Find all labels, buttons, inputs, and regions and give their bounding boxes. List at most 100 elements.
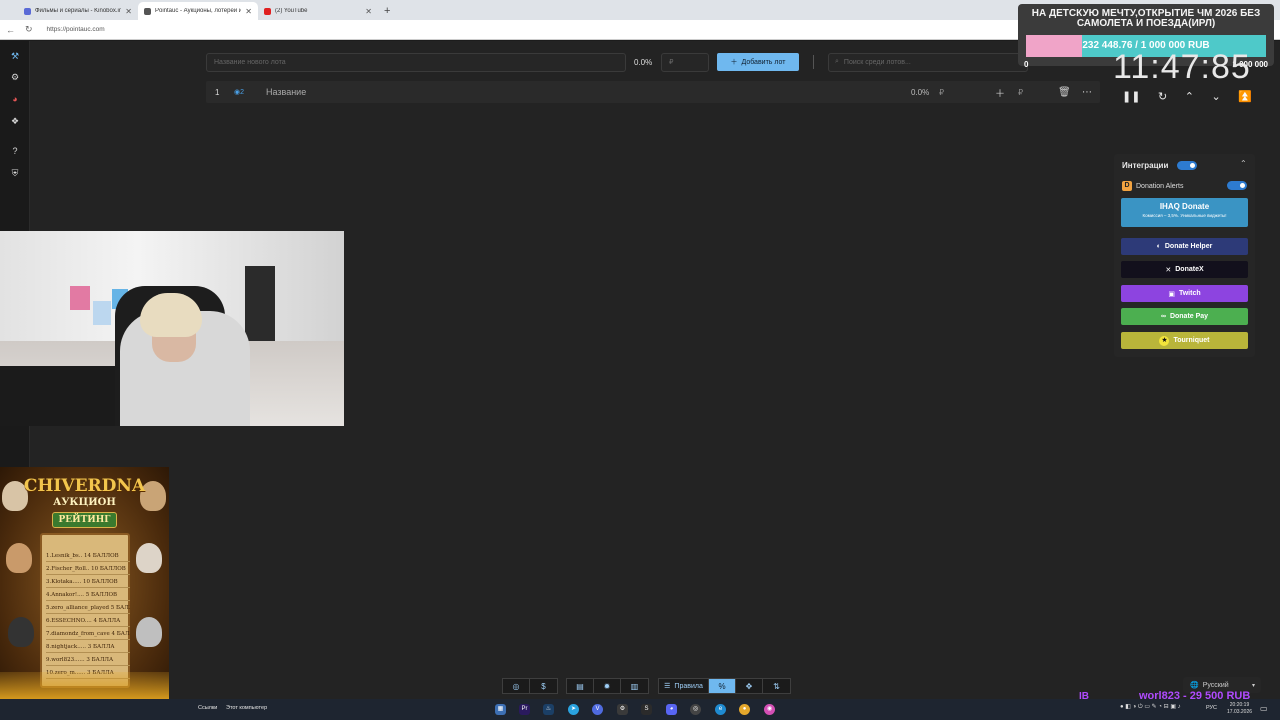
help-icon[interactable]: ? [10,146,20,156]
lot-name[interactable]: Название [266,87,306,97]
vpn-icon[interactable]: V [592,704,603,715]
twitch-label: Twitch [1178,290,1201,297]
close-tab-icon[interactable]: ✕ [125,7,132,16]
add-amount-icon[interactable]: ＋ [995,85,1005,100]
taskbar-links[interactable]: Ссылки [198,705,217,711]
donatex-button[interactable]: ✕ DonateX [1121,261,1248,278]
back-icon[interactable]: ← [6,25,15,35]
app-icon[interactable]: S [641,704,652,715]
input-language[interactable]: РУС [1206,705,1217,711]
grid-toggle[interactable]: ✥ [736,679,763,693]
donation-alerts-row: D Donation Alerts [1122,181,1183,191]
integrations-panel: Интеграции ⌃ D Donation Alerts IHAQ Dona… [1114,154,1255,357]
more-icon[interactable]: ⋯ [1082,87,1092,98]
system-clock[interactable]: 20:20:19 17.03.2026 [1227,702,1252,716]
chevron-down-icon: ▾ [1251,682,1255,689]
ihaq-donate-button[interactable]: IHAQ Donate Комиссия – 3,5%. Уникальные … [1121,198,1248,227]
lot-tag: ◉2 [234,89,245,96]
chevron-up-icon[interactable]: ⌃ [1185,90,1194,106]
gear-icon[interactable]: ⚙ [10,72,20,82]
chrome-icon[interactable]: ● [739,704,750,715]
taskbar-this-pc[interactable]: Этот компьютер [226,705,267,711]
percent-toggle[interactable]: % [709,679,736,693]
hammer-icon[interactable]: ⚒ [10,51,20,61]
shield-icon[interactable]: ⛨ [10,168,20,178]
file-explorer-icon[interactable]: ▦ [495,704,506,715]
chevron-down-icon[interactable]: ⌄ [1212,90,1221,106]
bunny-icon [6,543,32,573]
system-tray[interactable]: ● ◧ ◑ ⏻ ▭ ✎ ◔ ⊟ ▣ ♪ [1120,703,1181,711]
add-lot-button[interactable]: ＋ Добавить лот [717,53,799,71]
dollar-icon[interactable]: $ [530,679,557,693]
layers-icon[interactable]: ❖ [10,116,20,126]
tab-youtube[interactable]: (2) YouTube ✕ [258,2,378,20]
discord-icon[interactable]: ◕ [666,704,677,715]
donatepay-icon: ∞ [1160,313,1166,320]
webcam-shirt [93,301,111,325]
close-tab-icon[interactable]: ✕ [365,7,372,16]
plus-icon: ＋ [730,59,738,66]
donate-helper-icon: ◐ [1156,243,1161,250]
new-lot-amount-input[interactable]: ₽ [661,52,709,72]
webcam-hair [140,293,202,337]
lot-search-input[interactable]: ⌕ Поиск среди лотов... [828,52,1028,72]
bug-icon[interactable]: ✹ [594,679,621,693]
notification-icon[interactable]: ▭ [1260,704,1268,713]
history-icon[interactable]: ▥ [621,679,648,693]
reload-icon[interactable]: ↻ [25,24,33,35]
obs-icon[interactable]: ◎ [690,704,701,715]
chart-icon[interactable]: ◕ [10,94,20,104]
steam-icon[interactable]: ♨ [543,704,554,715]
kinobox-favicon-icon [24,7,31,15]
sort-toggle[interactable]: ⇅ [763,679,790,693]
trash-icon[interactable]: 🗑 [1058,87,1071,98]
bottom-rules-group: ☰ Правила % ✥ ⇅ [658,678,791,694]
donation-alerts-toggle[interactable] [1227,181,1247,190]
poster-gold-coins [0,672,169,700]
double-chevron-up-icon[interactable]: ⏫ [1238,90,1252,106]
edge-icon[interactable]: e [715,704,726,715]
github-icon[interactable]: ◎ [503,679,530,693]
language-label: Русский [1202,681,1229,689]
reset-icon[interactable]: ↻ [1158,90,1167,106]
donate-helper-button[interactable]: ◐ Donate Helper [1121,238,1248,255]
collapse-icon[interactable]: ⌃ [1240,159,1247,168]
rules-button[interactable]: ☰ Правила [659,679,709,693]
bottom-links-group: ◎ $ [502,678,558,694]
save-icon[interactable]: ▤ [567,679,594,693]
tab-kinobox[interactable]: Фильмы и сериалы - Kinobox.in ✕ [18,2,138,20]
tourniquet-label: Tourniquet [1173,337,1210,344]
rules-label: Правила [674,682,703,690]
lot-number: 1 [215,87,220,97]
lot-row[interactable]: 1 ◉2 Название 0.0% ₽ ＋ ₽ 🗑 ⋯ [206,81,1100,103]
bottom-tools-group: ▤ ✹ ▥ [566,678,649,694]
pause-icon[interactable]: ❚❚ [1122,90,1140,106]
currency-icon[interactable]: ₽ [1018,88,1023,97]
url-field[interactable]: https://pointauc.com [47,26,105,33]
tab-pointauc[interactable]: Pointauc - Аукционы, лотереи и ... ✕ [138,2,258,20]
poster-brand: CHIVERDNA [23,476,146,496]
tourniquet-button[interactable]: ★ Tourniquet [1121,332,1248,349]
new-tab-icon[interactable]: + [384,5,390,17]
poster-player: 9.worl823...... 3 БАЛЛА [46,655,130,666]
new-lot-row: Название нового лота 0.0% ₽ ＋ Добавить л… [206,52,1028,72]
lot-currency: ₽ [939,87,945,97]
settings-icon[interactable]: ⚙ [617,704,628,715]
auction-timer: 11:47:85 [1113,48,1251,86]
tourniquet-icon: ★ [1159,335,1170,346]
twitch-button[interactable]: ▣ Twitch [1121,285,1248,302]
webcam-overlay [0,231,344,426]
poster-player: 4.Annakor!.... 5 БАЛЛОВ [46,590,130,601]
browser-icon[interactable]: ◉ [764,704,775,715]
donation-alerts-label: Donation Alerts [1136,182,1184,190]
premiere-icon[interactable]: Pr [519,704,530,715]
donatepay-button[interactable]: ∞ Donate Pay [1121,308,1248,325]
list-icon: ☰ [664,683,671,690]
poster-player: 2.Fischer_Roll.. 10 БАЛЛОВ [46,564,130,575]
telegram-icon[interactable]: ➤ [568,704,579,715]
integrations-toggle[interactable] [1177,161,1197,170]
donatepay-label: Donate Pay [1169,313,1209,320]
close-tab-icon[interactable]: ✕ [245,7,252,16]
tab-title: Фильмы и сериалы - Kinobox.in [35,8,122,14]
new-lot-name-input[interactable]: Название нового лота [206,52,626,72]
